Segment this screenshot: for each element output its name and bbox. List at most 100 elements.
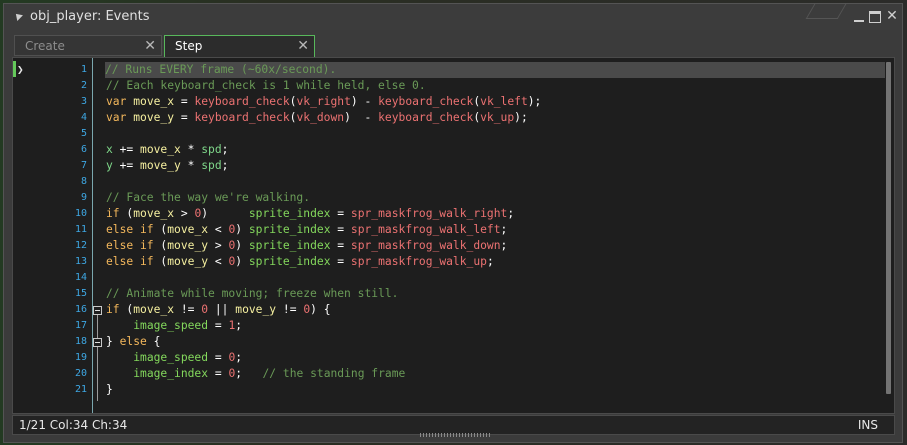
code-token: }: [106, 335, 120, 348]
code-line[interactable]: image_index = 0; // the standing frame: [106, 366, 405, 382]
code-line[interactable]: else if (move_x < 0) sprite_index = spr_…: [106, 222, 507, 238]
line-number: 4: [80, 112, 87, 123]
code-line[interactable]: var move_y = keyboard_check(vk_down) - k…: [106, 110, 528, 126]
vertical-scrollbar[interactable]: [886, 62, 891, 394]
code-token: sprite_index: [248, 223, 331, 236]
code-line[interactable]: if (move_x != 0 || move_y != 0) {: [106, 302, 331, 318]
code-token: <: [208, 255, 229, 268]
code-token: spd: [201, 159, 222, 172]
code-token: ;: [486, 255, 494, 268]
code-token: ;: [507, 207, 515, 220]
code-token: ;: [235, 319, 243, 332]
close-icon[interactable]: ✕: [886, 9, 898, 23]
fold-guide: [97, 311, 98, 401]
line-number: 17: [74, 320, 87, 331]
line-number: 12: [74, 240, 87, 251]
code-line[interactable]: }: [106, 382, 113, 398]
code-token: spr_maskfrog_walk_left: [350, 223, 501, 236]
minimize-icon[interactable]: [853, 11, 865, 23]
code-token: image_index: [133, 367, 209, 380]
code-token: spr_maskfrog_walk_up: [350, 255, 487, 268]
collapse-caret-icon[interactable]: [13, 11, 23, 21]
code-token: =: [174, 95, 195, 108]
code-token: {: [146, 335, 161, 348]
code-line[interactable]: // Animate while moving; freeze when sti…: [106, 286, 398, 302]
code-token: !=: [276, 303, 304, 316]
code-line[interactable]: // Runs EVERY frame (~60x/second).: [105, 62, 885, 78]
code-line[interactable]: var move_x = keyboard_check(vk_right) - …: [106, 94, 541, 110]
code-line[interactable]: else if (move_y < 0) sprite_index = spr_…: [106, 254, 494, 270]
code-token: =: [208, 367, 229, 380]
code-token: sprite_index: [248, 207, 331, 220]
code-token: move_x: [133, 207, 175, 220]
code-token: move_x: [140, 143, 181, 156]
code-line[interactable]: } else {: [106, 334, 160, 350]
code-token: vk_up: [480, 111, 515, 124]
code-token: else if: [106, 239, 161, 252]
code-token: =: [330, 223, 351, 236]
fold-toggle-icon[interactable]: [93, 306, 102, 315]
line-number: 16: [74, 304, 87, 315]
code-token: =: [208, 351, 229, 364]
code-token: >: [174, 207, 195, 220]
code-token: keyboard_check: [194, 95, 290, 108]
code-token: ;: [221, 143, 229, 156]
code-token: spr_maskfrog_walk_right: [350, 207, 508, 220]
event-tabs: Create ✕ Step ✕: [14, 35, 892, 57]
code-token: vk_down: [296, 111, 345, 124]
code-token: +=: [112, 159, 141, 172]
code-token: =: [330, 255, 351, 268]
code-line[interactable]: // Face the way we're walking.: [106, 190, 310, 206]
code-token: }: [106, 383, 113, 396]
code-token: =: [174, 111, 195, 124]
code-token: move_x: [167, 223, 209, 236]
code-token: ): [235, 239, 249, 252]
code-token: !=: [174, 303, 202, 316]
tab-step[interactable]: Step ✕: [164, 35, 315, 57]
code-line[interactable]: // Each keyboard_check is 1 while held, …: [106, 78, 426, 94]
code-line[interactable]: else if (move_y > 0) sprite_index = spr_…: [106, 238, 507, 254]
code-token: <: [208, 223, 229, 236]
code-token: sprite_index: [248, 239, 331, 252]
code-line[interactable]: x += move_x * spd;: [106, 142, 228, 158]
tab-close-icon[interactable]: ✕: [144, 36, 156, 57]
line-number: 14: [74, 272, 87, 283]
cursor-position: 1/21 Col:34 Ch:34: [19, 418, 128, 432]
line-number: 13: [74, 256, 87, 267]
code-token: move_y: [140, 159, 181, 172]
code-token: // Animate while moving; freeze when sti…: [106, 287, 399, 300]
code-token: =: [330, 207, 351, 220]
code-token: var: [106, 95, 134, 108]
code-token: ) -: [344, 111, 379, 124]
code-line[interactable]: image_speed = 0;: [106, 350, 242, 366]
line-number: 1: [80, 64, 87, 75]
tab-create[interactable]: Create ✕: [14, 35, 162, 56]
code-token: else if: [106, 255, 161, 268]
code-token: spr_maskfrog_walk_down: [350, 239, 501, 252]
line-number: 11: [74, 224, 87, 235]
code-line[interactable]: image_speed = 1;: [106, 318, 242, 334]
window-titlebar[interactable]: obj_player: Events ✕: [4, 4, 902, 30]
resize-grip[interactable]: [420, 433, 490, 437]
code-token: x: [106, 143, 113, 156]
code-token: else: [119, 335, 147, 348]
code-token: sprite_index: [248, 255, 331, 268]
maximize-icon[interactable]: [869, 11, 881, 23]
tab-label: Step: [175, 39, 203, 53]
line-number: 2: [80, 80, 87, 91]
code-line[interactable]: y += move_y * spd;: [106, 158, 228, 174]
code-token: *: [180, 143, 202, 156]
code-token: move_x: [133, 95, 175, 108]
code-token: ;: [500, 239, 508, 252]
tab-close-icon[interactable]: ✕: [297, 36, 309, 57]
code-token: *: [180, 159, 202, 172]
code-token: keyboard_check: [378, 111, 474, 124]
code-token: ) -: [350, 95, 379, 108]
line-number: 20: [74, 368, 87, 379]
code-token: ||: [208, 303, 236, 316]
fold-toggle-icon[interactable]: [93, 338, 102, 347]
code-line[interactable]: if (move_x > 0) sprite_index = spr_maskf…: [106, 206, 514, 222]
code-editor[interactable]: ❯ 1 2 3 4 5 6 7 8 9 10 11 12 13 14 15 16 17 18 19 20 21 // R…: [12, 57, 895, 414]
